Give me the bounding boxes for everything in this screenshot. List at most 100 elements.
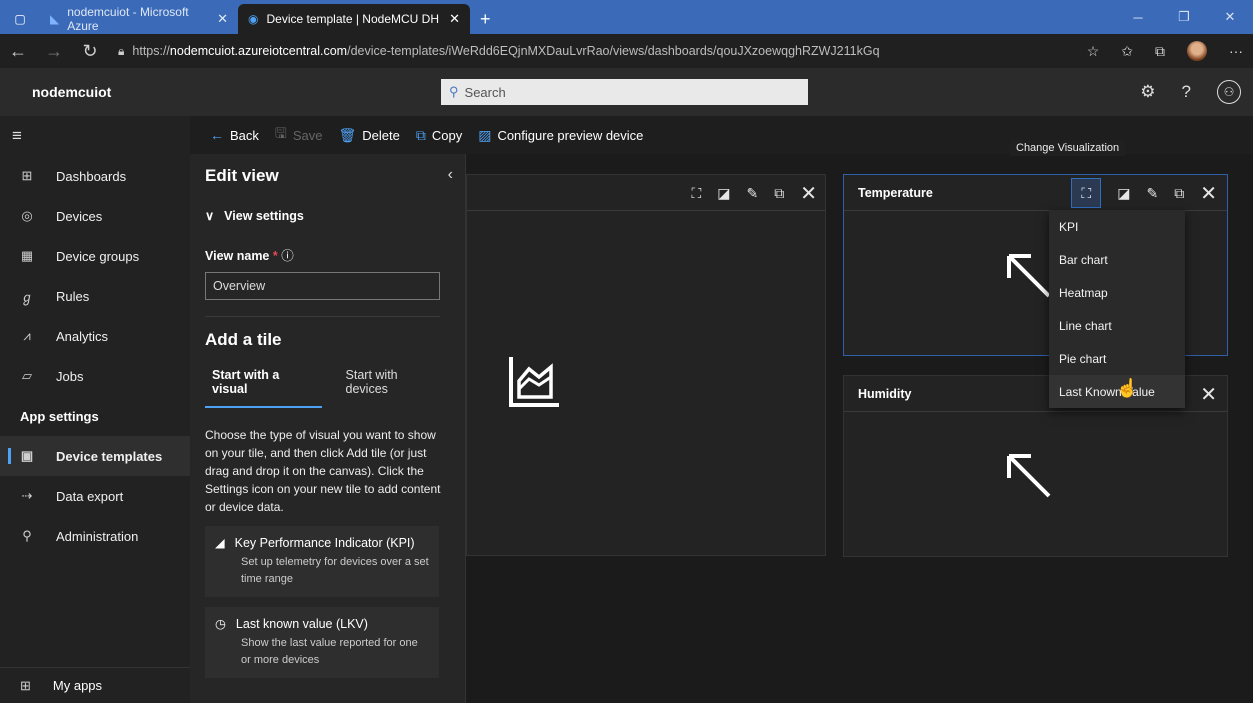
url-field[interactable]: https://nodemcuiot.azureiotcentral.com/d… bbox=[132, 44, 879, 58]
user-icon[interactable]: ⚇ bbox=[1217, 80, 1241, 104]
favorites-icon[interactable]: ✩ bbox=[1121, 43, 1133, 60]
back-button[interactable]: ← Back bbox=[210, 127, 259, 143]
back-arrow-icon: ← bbox=[210, 127, 224, 143]
close-tab-icon[interactable]: ✕ bbox=[449, 11, 460, 27]
card-description: Set up telemetry for devices over a set … bbox=[241, 556, 429, 585]
forward-arrow-icon[interactable]: → bbox=[36, 41, 72, 62]
preview-device-icon: ▨ bbox=[478, 126, 492, 143]
tile-type-card-lkv[interactable]: ◷ Last known value (LKV) Show the last va… bbox=[205, 607, 439, 678]
dashboard-icon: ⊞ bbox=[21, 168, 33, 183]
close-window-icon[interactable]: ✕ bbox=[1207, 0, 1253, 34]
more-icon[interactable]: ··· bbox=[1229, 43, 1243, 59]
add-tile-heading: Add a tile bbox=[205, 330, 282, 349]
menu-item-kpi[interactable]: KPI bbox=[1049, 210, 1185, 243]
window-controls: ─ ❐ ✕ bbox=[1115, 0, 1253, 34]
window-menu-icon[interactable]: ▢ bbox=[0, 4, 40, 34]
gear-icon[interactable]: ⚙ bbox=[1140, 82, 1155, 102]
tab-start-with-devices[interactable]: Start with devices bbox=[346, 368, 440, 408]
tile-actions: ⛶ ◪ ✎ ⧉ ✕ bbox=[1071, 175, 1217, 211]
tile-area-chart[interactable]: ⛶ ◪ ✎ ⧉ ✕ bbox=[466, 174, 826, 556]
sidebar-item-data-export[interactable]: ⇢ Data export bbox=[0, 476, 190, 516]
minimize-icon[interactable]: ─ bbox=[1115, 0, 1161, 34]
edit-pencil-icon[interactable]: ✎ bbox=[747, 185, 759, 202]
sidebar-item-rules[interactable]: ℊ Rules bbox=[0, 276, 190, 316]
view-settings-toggle[interactable]: ∨ View settings bbox=[205, 208, 440, 224]
favorite-add-icon[interactable]: ☆ bbox=[1087, 43, 1100, 60]
search-input[interactable]: ⚲ Search bbox=[441, 79, 808, 105]
edit-pencil-icon[interactable]: ✎ bbox=[1147, 185, 1159, 202]
profile-avatar[interactable] bbox=[1187, 41, 1207, 61]
browser-tab-azure[interactable]: ◣ nodemcuiot - Microsoft Azure ✕ bbox=[40, 4, 238, 34]
app-header: nodemcuiot ⚲ Search ⚙ ? ⚇ bbox=[0, 68, 1253, 116]
sidebar-item-analytics[interactable]: ⩘ Analytics bbox=[0, 316, 190, 356]
help-icon[interactable]: ? bbox=[1182, 82, 1191, 102]
resize-tile-icon[interactable]: ◪ bbox=[1117, 185, 1130, 202]
copy-icon[interactable]: ⧉ bbox=[1174, 185, 1184, 202]
refresh-icon[interactable]: ↻ bbox=[72, 41, 108, 62]
resize-tile-icon[interactable]: ◪ bbox=[717, 185, 730, 202]
tile-actions: ✕ bbox=[1200, 376, 1217, 412]
new-tab-icon[interactable]: + bbox=[470, 4, 501, 34]
app-name[interactable]: nodemcuiot bbox=[32, 84, 111, 100]
data-export-icon: ⇢ bbox=[21, 488, 33, 503]
sidebar-item-jobs[interactable]: ▱ Jobs bbox=[0, 356, 190, 396]
collapse-panel-icon[interactable]: ‹ bbox=[448, 166, 453, 184]
hamburger-menu-icon[interactable]: ≡ bbox=[0, 116, 190, 156]
sidebar-item-my-apps[interactable]: ⊞ My apps bbox=[0, 667, 190, 703]
save-label: Save bbox=[292, 127, 323, 143]
edit-view-panel: Edit view ‹ ∨ View settings View name * ⓘ… bbox=[190, 154, 466, 703]
menu-item-heatmap[interactable]: Heatmap bbox=[1049, 276, 1185, 309]
lock-icon[interactable]: 🔒︎ bbox=[118, 44, 124, 59]
view-name-input[interactable]: Overview bbox=[205, 272, 440, 300]
device-templates-icon: ▣ bbox=[20, 448, 34, 463]
menu-item-bar-chart[interactable]: Bar chart bbox=[1049, 243, 1185, 276]
view-settings-label: View settings bbox=[224, 208, 304, 223]
tab-label: Device template | NodeMCU DH bbox=[266, 12, 439, 26]
configure-preview-device-button[interactable]: ▨ Configure preview device bbox=[478, 127, 643, 144]
trash-icon: 🗑︎ bbox=[338, 126, 357, 143]
sidebar-item-dashboards[interactable]: ⊞ Dashboards bbox=[0, 156, 190, 196]
tile-type-card-kpi[interactable]: ◢ Key Performance Indicator (KPI) Set up … bbox=[205, 526, 439, 597]
close-icon[interactable]: ✕ bbox=[800, 181, 817, 206]
back-arrow-icon[interactable]: ← bbox=[0, 41, 36, 62]
arrow-up-left-icon bbox=[1007, 254, 1051, 298]
copy-button[interactable]: ⧉ Copy bbox=[416, 127, 462, 144]
search-placeholder: Search bbox=[464, 84, 506, 100]
sidebar-item-label: Data export bbox=[56, 488, 124, 504]
delete-button[interactable]: 🗑︎ Delete bbox=[338, 127, 399, 144]
menu-item-pie-chart[interactable]: Pie chart bbox=[1049, 342, 1185, 375]
tile-title: Humidity bbox=[858, 386, 912, 401]
chevron-down-icon: ∨ bbox=[205, 209, 215, 223]
sidebar-item-device-templates[interactable]: ▣ Device templates bbox=[0, 436, 190, 476]
copy-icon[interactable]: ⧉ bbox=[774, 185, 784, 202]
sidebar-item-label: Rules bbox=[56, 288, 90, 304]
restore-icon[interactable]: ❐ bbox=[1161, 0, 1207, 34]
tile-title: Temperature bbox=[858, 185, 933, 200]
copy-icon: ⧉ bbox=[415, 126, 426, 143]
save-button[interactable]: 🖫︎ Save bbox=[275, 123, 323, 147]
tile-header: ⛶ ◪ ✎ ⧉ ✕ bbox=[467, 175, 825, 211]
tile-actions: ⛶ ◪ ✎ ⧉ ✕ bbox=[691, 175, 817, 211]
close-tab-icon[interactable]: ✕ bbox=[217, 11, 228, 27]
address-bar: ← → ↻ 🔒︎ https://nodemcuiot.azureiotcent… bbox=[0, 34, 1253, 68]
change-visualization-icon[interactable]: ⛶ bbox=[1071, 178, 1102, 208]
administration-icon: ⚲ bbox=[22, 528, 32, 543]
menu-item-line-chart[interactable]: Line chart bbox=[1049, 309, 1185, 342]
close-icon[interactable]: ✕ bbox=[1200, 181, 1217, 206]
sidebar-item-devices[interactable]: ◎ Devices bbox=[0, 196, 190, 236]
collections-icon[interactable]: ⧉ bbox=[1155, 43, 1165, 60]
browser-tab-device-template[interactable]: ◉ Device template | NodeMCU DH ✕ bbox=[238, 4, 470, 34]
sidebar-item-device-groups[interactable]: ▦ Device groups bbox=[0, 236, 190, 276]
change-visualization-icon[interactable]: ⛶ bbox=[691, 185, 701, 202]
sidebar-section-app-settings: App settings bbox=[20, 408, 99, 424]
close-icon[interactable]: ✕ bbox=[1200, 382, 1217, 407]
sidebar-item-administration[interactable]: ⚲ Administration bbox=[0, 516, 190, 556]
tab-start-with-visual[interactable]: Start with a visual bbox=[205, 368, 322, 408]
sidebar-item-label: Jobs bbox=[56, 368, 84, 384]
view-name-label-text: View name bbox=[205, 249, 270, 263]
add-tile-description: Choose the type of visual you want to sh… bbox=[205, 428, 441, 514]
arrow-up-left-icon bbox=[1007, 454, 1051, 498]
iot-central-icon: ◉ bbox=[248, 12, 259, 26]
info-icon[interactable]: ⓘ bbox=[281, 249, 294, 263]
delete-label: Delete bbox=[362, 127, 400, 143]
